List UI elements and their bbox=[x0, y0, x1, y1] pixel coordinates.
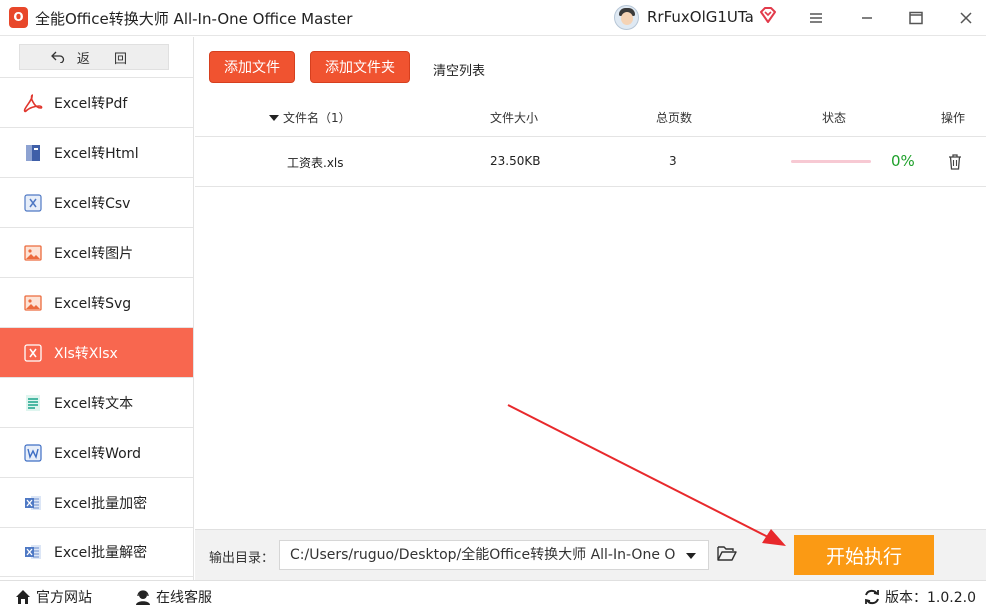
add-folder-button[interactable]: 添加文件夹 bbox=[310, 51, 410, 83]
add-file-button[interactable]: 添加文件 bbox=[209, 51, 295, 83]
sidebar-item-label: Excel转图片 bbox=[54, 245, 134, 262]
output-dir-select[interactable]: C:/Users/ruguo/Desktop/全能Office转换大师 All-… bbox=[279, 540, 709, 570]
user-avatar[interactable] bbox=[614, 5, 639, 30]
website-link[interactable]: 官方网站 bbox=[14, 587, 92, 606]
vip-diamond-icon[interactable] bbox=[758, 5, 778, 25]
version-label: 版本：1.0.2.0 bbox=[885, 590, 976, 606]
sort-down-icon bbox=[269, 115, 279, 121]
sidebar-item-excel-to-word[interactable]: Excel转Word bbox=[0, 427, 193, 477]
sidebar-item-label: Excel转Pdf bbox=[54, 95, 128, 112]
sidebar: 返 回 Excel转Pdf Excel转Html Excel转Csv Excel… bbox=[0, 37, 194, 580]
output-bar: 输出目录： C:/Users/ruguo/Desktop/全能Office转换大… bbox=[195, 529, 986, 580]
minimize-icon[interactable] bbox=[855, 6, 879, 30]
sidebar-item-excel-to-image[interactable]: Excel转图片 bbox=[0, 227, 193, 277]
app-logo-icon: O bbox=[9, 7, 28, 28]
sidebar-item-label: Excel转Csv bbox=[54, 195, 131, 212]
support-link-label: 在线客服 bbox=[156, 590, 212, 606]
html-icon bbox=[23, 143, 43, 163]
maximize-icon[interactable] bbox=[904, 6, 928, 30]
pages-column-header: 总页数 bbox=[656, 111, 693, 125]
start-button[interactable]: 开始执行 bbox=[794, 535, 934, 575]
excel-unlock-icon bbox=[23, 542, 43, 562]
progress-percent: 0% bbox=[891, 152, 915, 170]
output-dir-path: C:/Users/ruguo/Desktop/全能Office转换大师 All-… bbox=[290, 547, 675, 563]
word-icon bbox=[23, 443, 43, 463]
window-title: 全能Office转换大师 All-In-One Office Master bbox=[35, 10, 353, 28]
actions-column-header: 操作 bbox=[941, 111, 966, 125]
sidebar-item-excel-decrypt[interactable]: Excel批量解密 bbox=[0, 527, 193, 577]
sidebar-item-excel-to-pdf[interactable]: Excel转Pdf bbox=[0, 77, 193, 127]
sidebar-item-excel-to-csv[interactable]: Excel转Csv bbox=[0, 177, 193, 227]
sidebar-item-label: Excel转Word bbox=[54, 445, 142, 462]
output-dir-label: 输出目录： bbox=[209, 551, 275, 566]
file-table-header: 文件名（1） 文件大小 总页数 状态 操作 bbox=[195, 97, 986, 137]
chevron-down-icon bbox=[686, 553, 696, 559]
back-button[interactable]: 返 回 bbox=[19, 44, 169, 70]
svg-image-icon bbox=[23, 293, 43, 313]
csv-icon bbox=[23, 193, 43, 213]
pdf-icon bbox=[23, 93, 43, 113]
xls-icon bbox=[23, 343, 43, 363]
file-name-cell: 工资表.xls bbox=[287, 156, 344, 170]
refresh-icon bbox=[865, 589, 879, 605]
excel-lock-icon bbox=[23, 493, 43, 513]
progress-bar bbox=[791, 160, 871, 163]
home-icon bbox=[16, 590, 30, 604]
support-agent-icon bbox=[136, 590, 150, 605]
back-button-label: 返 回 bbox=[76, 51, 138, 67]
sidebar-item-label: Excel批量解密 bbox=[54, 545, 148, 561]
sidebar-item-excel-to-html[interactable]: Excel转Html bbox=[0, 127, 193, 177]
menu-icon[interactable] bbox=[804, 6, 828, 30]
support-link[interactable]: 在线客服 bbox=[134, 587, 212, 606]
filesize-column-header: 文件大小 bbox=[490, 111, 539, 125]
sidebar-item-excel-to-text[interactable]: Excel转文本 bbox=[0, 377, 193, 427]
trash-icon[interactable] bbox=[947, 153, 963, 171]
table-row[interactable]: 工资表.xls 23.50KB 3 0% bbox=[195, 137, 986, 187]
title-bar: O 全能Office转换大师 All-In-One Office Master … bbox=[0, 0, 986, 36]
folder-open-icon[interactable] bbox=[717, 544, 737, 562]
filename-column-header[interactable]: 文件名（1） bbox=[269, 109, 351, 126]
sidebar-nav: Excel转Pdf Excel转Html Excel转Csv Excel转图片 … bbox=[0, 77, 193, 577]
sidebar-item-label: Xls转Xlsx bbox=[54, 345, 118, 362]
text-icon bbox=[23, 393, 43, 413]
sidebar-item-excel-encrypt[interactable]: Excel批量加密 bbox=[0, 477, 193, 527]
sidebar-item-label: Excel转文本 bbox=[54, 395, 134, 412]
status-column-header: 状态 bbox=[822, 111, 847, 125]
version-info[interactable]: 版本：1.0.2.0 bbox=[863, 587, 976, 606]
clear-list-button[interactable]: 清空列表 bbox=[433, 60, 485, 79]
status-bar: 官方网站 在线客服 版本：1.0.2.0 bbox=[0, 580, 986, 606]
file-size-cell: 23.50KB bbox=[490, 154, 541, 168]
sidebar-item-xls-to-xlsx[interactable]: Xls转Xlsx bbox=[0, 327, 193, 377]
image-icon bbox=[23, 243, 43, 263]
page-count-cell: 3 bbox=[669, 154, 677, 168]
close-icon[interactable] bbox=[954, 6, 978, 30]
back-arrow-icon bbox=[51, 51, 65, 63]
username[interactable]: RrFuxOlG1UTa bbox=[647, 8, 754, 26]
sidebar-item-label: Excel转Html bbox=[54, 145, 139, 162]
sidebar-item-excel-to-svg[interactable]: Excel转Svg bbox=[0, 277, 193, 327]
sidebar-item-label: Excel批量加密 bbox=[54, 495, 148, 512]
website-link-label: 官方网站 bbox=[36, 590, 92, 606]
sidebar-item-label: Excel转Svg bbox=[54, 295, 132, 312]
